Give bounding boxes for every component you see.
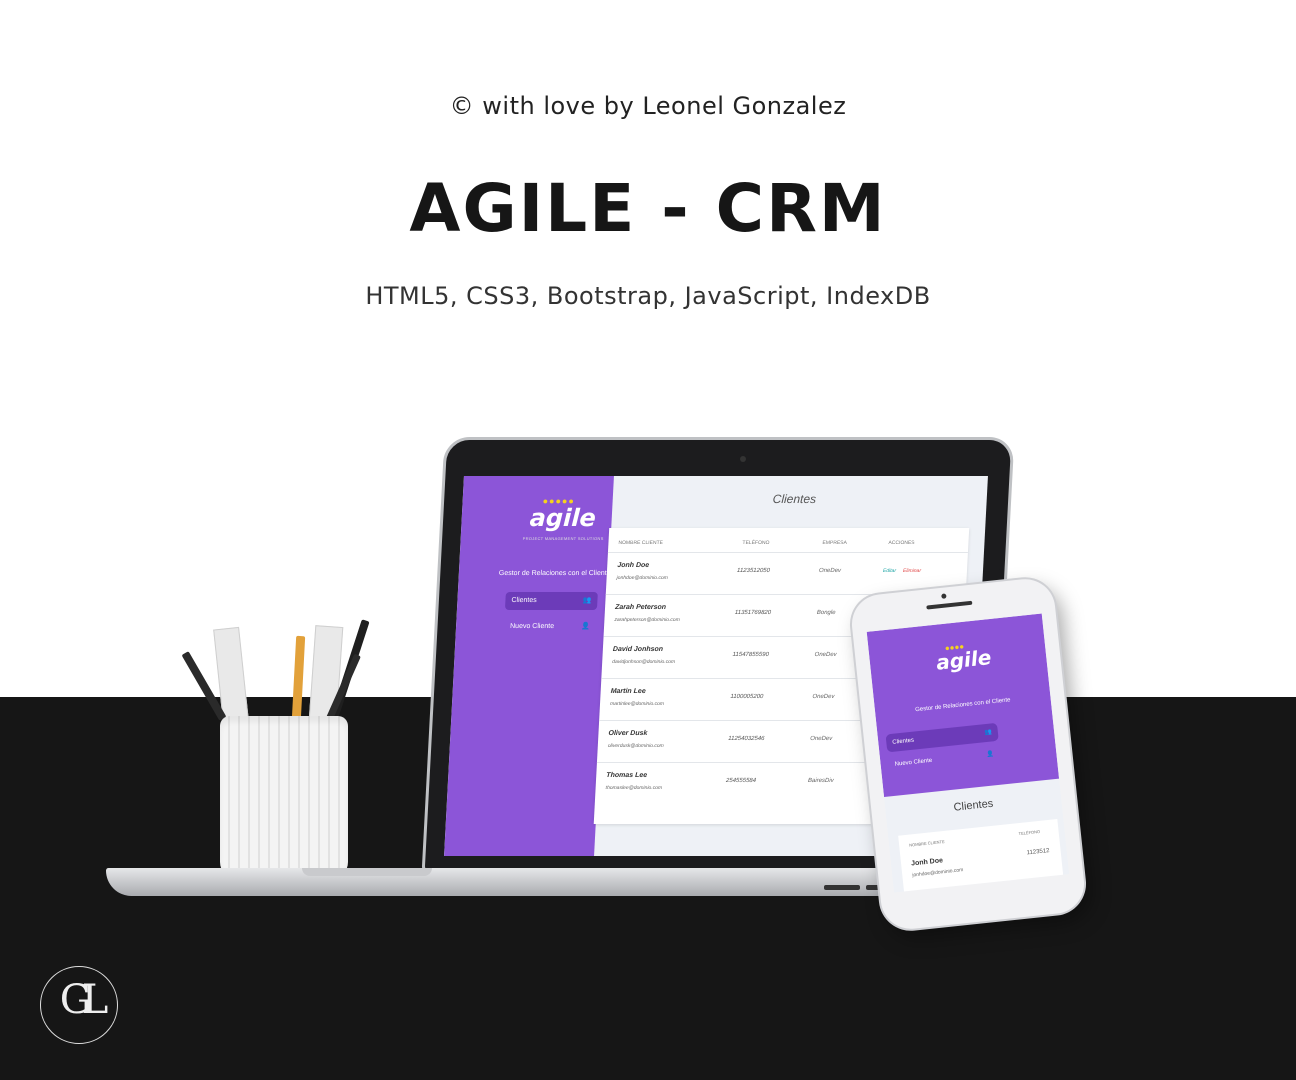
column-header-name: NOMBRE CLIENTE [908,838,945,848]
client-phone: 254555584 [725,778,757,784]
front-camera [941,593,947,599]
client-name: Martin Lee [610,688,646,695]
gl-monogram: GL [59,977,109,1023]
client-name: Jonh Doe [617,562,650,569]
clients-heading: Clientes [772,492,817,506]
client-company: OneDev [818,568,842,574]
technologies-line: HTML5, CSS3, Bootstrap, JavaScript, Inde… [365,282,931,310]
smartphone: ●●●● agile Gestor de Relaciones con el C… [848,576,1088,932]
laptop-camera [740,456,746,462]
phone-app-logo: agile [935,645,993,675]
client-phone: 1123512050 [736,568,771,574]
client-email: thomaslee@dominio.com [605,785,663,791]
client-email: martinlee@dominio.com [609,701,665,707]
credit-line: © with love by Leonel Gonzalez [449,92,847,120]
add-user-icon: 👤 [581,623,591,630]
client-name: David Jonhson [612,646,664,653]
client-email: davidjonhson@dominio.com [612,659,676,665]
client-email: jonhdoe@dominio.com [616,575,668,581]
laptop-notch [302,868,432,876]
client-company: OneDev [814,652,837,658]
users-icon: 👥 [582,597,592,604]
sidebar-item-nuevo-cliente[interactable]: Nuevo Cliente 👤 [504,618,597,636]
client-name: Thomas Lee [606,772,648,779]
table-row: Jonh Doe jonhdoe@dominio.com 1123512050 … [605,552,968,595]
phone-nav-label: Clientes [892,737,915,746]
client-phone: 11547855590 [732,652,769,658]
client-phone: 11254032546 [728,736,765,742]
app-sidebar: ●●●●● agile PROJECT MANAGEMENT SOLUTIONS… [444,476,614,856]
phone-clients-table: NOMBRE CLIENTE TELÉFONO Jonh Doe jonhdoe… [898,819,1064,893]
app-description: Gestor de Relaciones con el Cliente [498,570,611,577]
client-email: zarahpeterson@dominio.com [614,617,680,623]
delete-button[interactable]: Eliminar [903,568,921,574]
column-header-company: EMPRESA [822,540,848,546]
sidebar-item-label: Nuevo Cliente [509,623,555,630]
column-header-name: NOMBRE CLIENTE [618,540,664,546]
client-company: OneDev [810,736,833,742]
phone-nav-label: Nuevo Cliente [894,757,933,768]
client-email: jonhdoe@dominio.com [912,867,964,879]
phone-speaker [926,600,973,610]
client-company: BairesDiv [807,778,834,784]
phone-app-description: Gestor de Relaciones con el Cliente [914,697,1011,714]
add-user-icon: 👤 [986,751,995,759]
client-phone: 1123512 [1026,848,1050,857]
column-header-phone: TELÉFONO [1018,828,1041,837]
client-phone: 1100005200 [730,694,764,700]
phone-screen: ●●●● agile Gestor de Relaciones con el C… [866,613,1070,893]
client-name: Zarah Peterson [614,604,667,611]
app-logo: agile [529,504,597,532]
client-name: Jonh Doe [910,857,944,868]
client-name: Oliver Dusk [608,730,648,737]
edit-button[interactable]: Editar [883,568,896,574]
client-company: Bongle [816,610,836,616]
column-header-phone: TELÉFONO [742,540,770,546]
page-title: AGILE - CRM [409,170,887,247]
pencil-cup [220,716,348,880]
users-icon: 👥 [984,729,993,737]
phone-header: ●●●● agile Gestor de Relaciones con el C… [866,613,1060,798]
client-email: oliverdusk@dominio.com [607,743,664,749]
client-company: OneDev [812,694,835,700]
client-phone: 11351769820 [734,610,772,616]
logo-tagline: PROJECT MANAGEMENT SOLUTIONS [522,536,604,541]
column-header-actions: ACCIONES [888,540,915,546]
gl-signature-logo: GL [40,966,118,1044]
laptop-port [824,885,860,890]
sidebar-item-label: Clientes [511,597,537,604]
sidebar-item-clientes[interactable]: Clientes 👥 [504,592,598,610]
phone-clients-heading: Clientes [953,797,994,814]
